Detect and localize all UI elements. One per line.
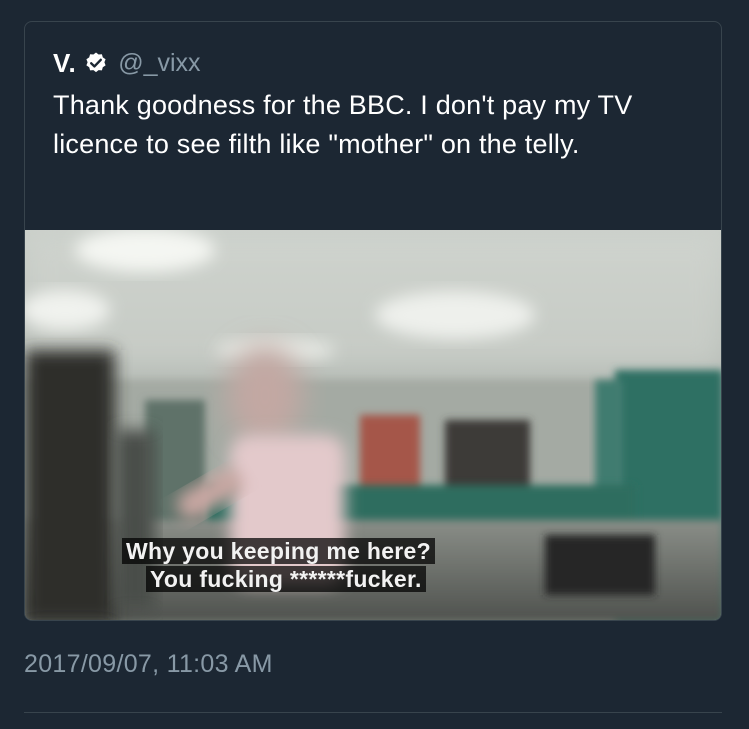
tweet-view: V. @_vixx Thank goodness for the BBC. I … [0, 0, 749, 729]
subtitle-line-2: You fucking ******fucker. [146, 566, 426, 592]
quoted-tweet-card[interactable]: V. @_vixx Thank goodness for the BBC. I … [24, 21, 722, 621]
video-subtitles: Why you keeping me here? You fucking ***… [122, 538, 435, 594]
author-handle[interactable]: @_vixx [118, 49, 200, 78]
tweet-timestamp[interactable]: 2017/09/07, 11:03 AM [24, 650, 273, 679]
author-name[interactable]: V. [53, 48, 76, 79]
tweet-text: Thank goodness for the BBC. I don't pay … [53, 90, 633, 159]
divider [24, 712, 722, 713]
tweet-media-image[interactable]: Why you keeping me here? You fucking ***… [25, 230, 721, 620]
verified-badge-icon [84, 51, 108, 75]
author-row[interactable]: V. @_vixx [53, 46, 201, 80]
subtitle-line-1: Why you keeping me here? [122, 538, 435, 564]
